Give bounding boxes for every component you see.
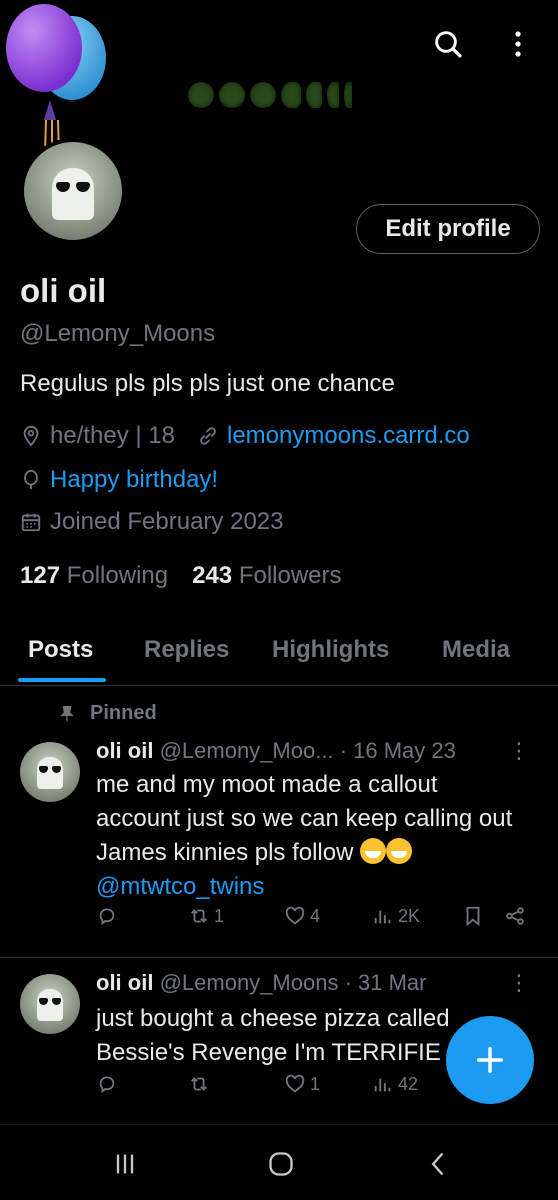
profile-tabs: Posts Replies Highlights Media [0,628,558,686]
bookmark-button[interactable] [462,905,484,927]
link-icon [200,427,216,445]
post-date: · 16 May 23 [339,738,456,763]
grinning-emoji-icon [386,838,413,864]
follow-stats: 127 Following 243 Followers [20,562,342,590]
share-button[interactable] [504,905,526,927]
profile-meta-joined-row: Joined February 2023 [20,508,283,536]
tab-replies[interactable]: Replies [144,636,229,664]
profile-location: he/they | 18 [50,422,175,449]
repost-icon [191,1077,207,1091]
post-header: oli oil @Lemony_Moo... · 16 May 23 [96,738,456,764]
profile-name: oli oil [20,272,107,309]
edit-profile-button[interactable]: Edit profile [356,204,540,254]
search-icon[interactable] [428,24,468,64]
views-button[interactable]: 2K [372,905,420,927]
bookmark-icon [466,906,480,927]
post-text: me and my moot made a callout account ju… [96,771,513,900]
more-options-icon[interactable] [498,24,538,64]
birthday-link[interactable]: Happy birthday! [50,466,218,494]
views-button[interactable]: 42 [372,1073,418,1095]
post-more-icon[interactable]: ⋮ [508,970,530,996]
plus-icon [476,1046,504,1074]
tab-posts[interactable]: Posts [28,636,93,664]
reply-icon [99,908,115,926]
post-avatar[interactable] [20,742,80,802]
profile-meta-birthday-row: Happy birthday! [20,466,218,494]
heart-icon [285,1074,305,1093]
post-avatar[interactable] [20,974,80,1034]
location-pin-icon [23,425,39,447]
like-button[interactable]: 4 [284,905,320,927]
followers-link[interactable]: 243 Followers [192,562,341,590]
post-author-name[interactable]: oli oil [96,970,153,995]
reply-button[interactable] [96,905,118,927]
post-header: oli oil @Lemony_Moons · 31 Mar [96,970,427,996]
following-link[interactable]: 127 Following [20,562,168,590]
share-icon [506,907,524,925]
profile-website-link[interactable]: lemonymoons.carrd.co [227,422,470,450]
tab-media[interactable]: Media [442,636,510,664]
repost-button[interactable]: 1 [188,905,224,927]
mention-link[interactable]: @mtwtco_twins [96,873,264,900]
repost-button[interactable] [188,1073,210,1095]
post-item[interactable]: Pinned oli oil @Lemony_Moo... · 16 May 2… [0,686,558,958]
compose-post-button[interactable] [446,1016,534,1104]
post-author-handle: @Lemony_Moons [159,970,339,995]
balloon-icon [24,469,38,490]
grinning-emoji-icon [360,838,387,864]
profile-bio: Regulus pls pls pls just one chance [20,370,395,397]
post-author-name[interactable]: oli oil [96,738,153,763]
reply-button[interactable] [96,1073,118,1095]
profile-handle: @Lemony_Moons [20,320,216,347]
recent-apps-icon[interactable] [110,1149,140,1179]
home-icon[interactable] [266,1149,296,1179]
profile-avatar[interactable] [20,138,126,244]
post-date: · 31 Mar [344,970,427,995]
active-tab-indicator [18,678,106,682]
post-more-icon[interactable]: ⋮ [508,738,530,764]
calendar-icon [21,513,41,532]
post-author-handle: @Lemony_Moo... [159,738,334,763]
system-navigation-bar [0,1124,558,1200]
profile-meta-location-row: he/they | 18 lemonymoons.carrd.co [20,422,470,450]
reply-icon [99,1076,115,1094]
views-chart-icon [374,1078,391,1092]
joined-date: Joined February 2023 [50,508,284,535]
views-chart-icon [374,910,391,924]
post-text: just bought a cheese pizza called Bessie… [96,1005,450,1066]
like-button[interactable]: 1 [284,1073,320,1095]
tab-highlights[interactable]: Highlights [272,636,389,664]
repost-icon [191,909,207,923]
pinned-indicator: Pinned [58,702,157,725]
heart-icon [285,906,305,925]
back-icon[interactable] [424,1149,454,1179]
pin-icon [60,705,74,721]
moon-phases-banner [188,82,352,108]
